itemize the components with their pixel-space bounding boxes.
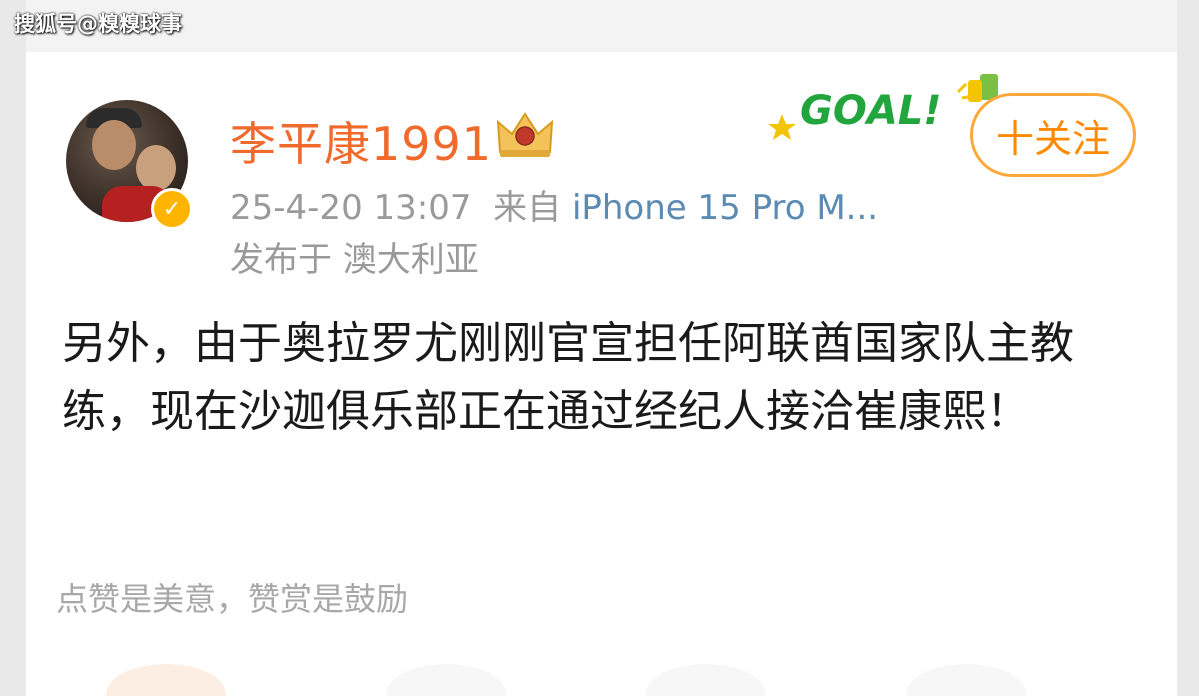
right-edge: [1177, 0, 1199, 696]
verified-badge-icon: ✓: [151, 188, 193, 230]
follow-button[interactable]: 十关注: [970, 93, 1136, 177]
crown-icon: [496, 112, 554, 157]
username[interactable]: 李平康1991: [230, 108, 492, 174]
source-prefix: 来自: [493, 188, 562, 228]
weibo-post-card: ✓ 李平康1991 GOAL! 十关注 25-4-20 13:07 来自 iPh…: [26, 52, 1177, 696]
post-timestamp: 25-4-20 13:07: [230, 188, 472, 228]
post-text: 另外，由于奥拉罗尤刚刚官宣担任阿联酋国家队主教练，现在沙迦俱乐部正在通过经纪人接…: [62, 318, 1074, 437]
reward-item[interactable]: [106, 664, 226, 696]
reward-item[interactable]: [646, 664, 766, 696]
avatar-face-1: [92, 120, 136, 170]
post-meta: 25-4-20 13:07 来自 iPhone 15 Pro M...: [230, 180, 878, 229]
goal-badge-icon: GOAL!: [768, 74, 998, 140]
goal-text: GOAL!: [800, 88, 942, 134]
device-link[interactable]: iPhone 15 Pro M...: [572, 188, 878, 228]
avatar-face-2: [136, 145, 176, 191]
watermark: 搜狐号@糗糗球事: [14, 12, 182, 36]
reward-item[interactable]: [906, 664, 1026, 696]
reward-tip: 点赞是美意，赞赏是鼓励: [56, 580, 409, 618]
left-edge: [0, 0, 26, 696]
post-location: 发布于 澳大利亚: [230, 240, 479, 280]
reward-row: [86, 650, 1136, 696]
screenshot-frame: 搜狐号@糗糗球事 ✓ 李平康1991 GOAL! 十关注 25-4-20 13:…: [0, 0, 1199, 696]
reward-item[interactable]: [386, 664, 506, 696]
